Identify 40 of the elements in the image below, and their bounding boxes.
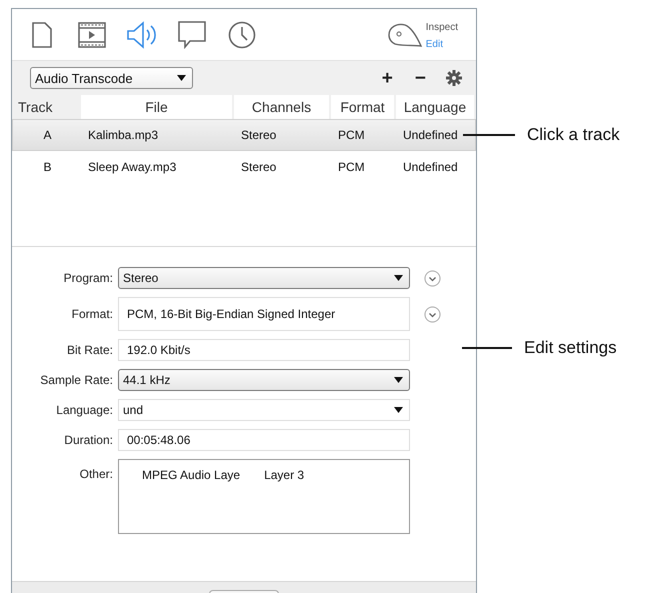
callout-text: Edit settings [524, 338, 617, 358]
clock-icon [228, 20, 256, 48]
dropdown-caret-icon [177, 75, 186, 81]
field-label: Duration: [63, 433, 114, 447]
expand-button[interactable] [424, 306, 441, 322]
tag-icon [386, 20, 424, 48]
dropdown-caret-icon [394, 377, 403, 383]
dropdown-caret-icon [394, 275, 403, 281]
dropdown-caret-icon [394, 407, 403, 413]
field-label: Language: [55, 403, 114, 417]
preset-dropdown[interactable]: Audio Transcode [30, 67, 193, 89]
inspect-label: Inspect [426, 22, 458, 32]
field-label: Program: [62, 271, 114, 285]
field-label: Format: [70, 307, 114, 321]
field-label: Bit Rate: [66, 343, 114, 357]
column-header[interactable]: File [81, 95, 232, 119]
settings-icon[interactable] [446, 70, 462, 86]
speech-bubble-icon [178, 20, 206, 48]
dropdown[interactable]: Stereo [118, 267, 410, 289]
other-info-box: MPEG Audio Laye Layer 3 [118, 459, 410, 534]
column-header[interactable]: Format [331, 95, 394, 119]
callout-text: Click a track [527, 125, 620, 145]
dropdown[interactable]: und [118, 399, 410, 421]
input-field[interactable]: PCM, 16-Bit Big-Endian Signed Integer [118, 297, 410, 331]
dropdown[interactable]: 44.1 kHz [118, 369, 410, 391]
field-label: Sample Rate: [39, 373, 114, 387]
column-header[interactable]: Channels [234, 95, 329, 119]
speaker-icon [126, 20, 158, 48]
add-button[interactable]: + [380, 68, 395, 88]
expand-button[interactable] [424, 270, 441, 286]
remove-button[interactable]: − [412, 68, 428, 88]
film-icon [78, 22, 106, 48]
input-field[interactable]: 192.0 Kbit/s [118, 339, 410, 361]
document-icon [32, 22, 52, 48]
column-header[interactable]: Language [396, 95, 474, 119]
leader-line [462, 347, 512, 349]
field-label: Other: [78, 466, 114, 481]
leader-line [463, 134, 515, 136]
input-field[interactable]: 00:05:48.06 [118, 429, 410, 451]
track-row[interactable]: A Kalimba.mp3 Stereo PCM Undefined [12, 119, 476, 151]
